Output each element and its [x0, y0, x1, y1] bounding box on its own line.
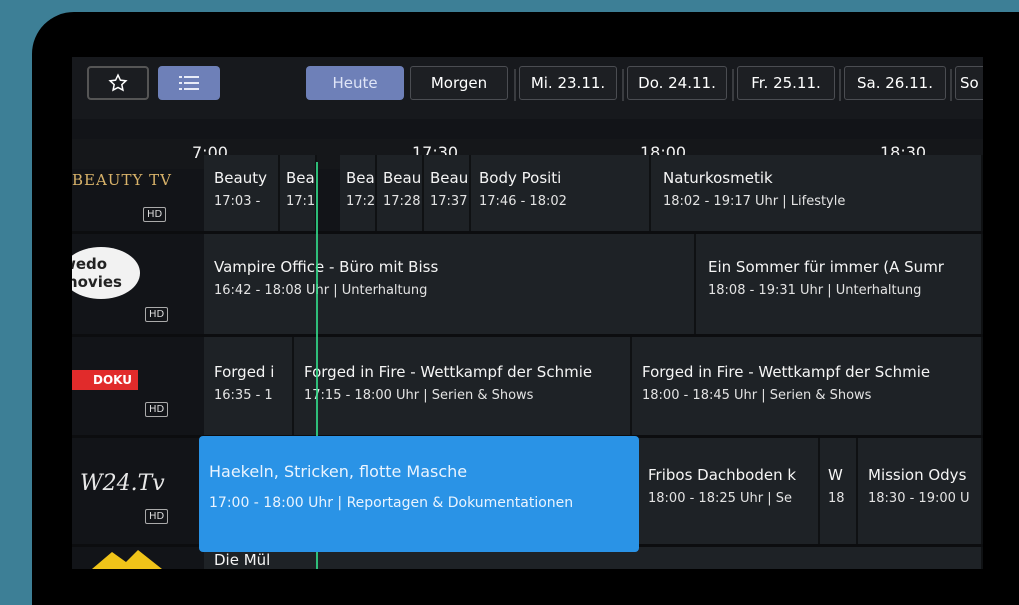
tv-guide-screen: Heute Morgen Mi. 23.11. Do. 24.11. Fr. 2…	[72, 57, 983, 569]
program-cell[interactable]: Naturkosmetik 18:02 - 19:17 Uhr | Lifesty…	[651, 155, 983, 235]
channel-logo: DOKU	[72, 370, 138, 390]
channel-logo: wedo movies	[72, 247, 140, 299]
hd-badge: HD	[145, 307, 169, 322]
favorites-button[interactable]	[87, 66, 149, 100]
program-cell[interactable]: Forged in Fire - Wettkampf der Schmie 18:…	[632, 337, 983, 435]
program-cell[interactable]: Mission Odys 18:30 - 19:00 U	[858, 438, 983, 544]
tab-divider	[622, 69, 624, 101]
program-cell[interactable]: Forged i 16:35 - 1	[204, 337, 294, 435]
hd-badge: HD	[143, 207, 167, 222]
channel-beauty-tv[interactable]: BEAUTY TV HD	[72, 169, 202, 235]
channel-doku[interactable]: DOKU HD	[72, 340, 202, 432]
program-cell[interactable]: Beau 17:28	[377, 155, 424, 235]
tab-so[interactable]: So	[955, 66, 983, 100]
tab-sa[interactable]: Sa. 26.11.	[844, 66, 946, 100]
program-cell[interactable]: Vampire Office - Büro mit Biss 16:42 - 18…	[204, 234, 696, 334]
tab-morgen[interactable]: Morgen	[410, 66, 508, 100]
channel-logo-icon	[92, 550, 162, 569]
tab-mi[interactable]: Mi. 23.11.	[519, 66, 617, 100]
channel-partial[interactable]	[72, 550, 202, 569]
program-cell[interactable]: Body Positi 17:46 - 18:02	[471, 155, 651, 235]
star-icon	[108, 73, 128, 92]
channel-w24[interactable]: W24.Tv HD	[72, 441, 202, 541]
selected-program-cell[interactable]: Haekeln, Stricken, flotte Masche 17:00 -…	[199, 436, 639, 552]
tab-divider	[950, 69, 952, 101]
program-cell[interactable]: Beau 17:37	[424, 155, 471, 235]
program-cell[interactable]: Fribos Dachboden k 18:00 - 18:25 Uhr | Se	[638, 438, 820, 544]
toolbar: Heute Morgen Mi. 23.11. Do. 24.11. Fr. 2…	[72, 57, 983, 119]
channel-wedo-movies[interactable]: wedo movies HD	[72, 237, 202, 334]
hd-badge: HD	[145, 509, 169, 524]
tab-divider	[514, 69, 516, 101]
channel-logo: BEAUTY TV	[72, 171, 172, 189]
tab-divider	[839, 69, 841, 101]
program-cell[interactable]: Beat17:13	[280, 155, 317, 235]
hd-badge: HD	[145, 402, 169, 417]
tab-heute[interactable]: Heute	[306, 66, 404, 100]
program-cell[interactable]: Ein Sommer für immer (A Sumr 18:08 - 19:3…	[696, 234, 983, 334]
program-cell[interactable]: Bea 17:2	[340, 155, 377, 235]
program-cell[interactable]: Forged in Fire - Wettkampf der Schmie 17:…	[294, 337, 632, 435]
channel-logo: W24.Tv	[80, 471, 165, 496]
list-icon	[179, 76, 199, 90]
tab-divider	[732, 69, 734, 101]
tab-fr[interactable]: Fr. 25.11.	[737, 66, 835, 100]
program-cell[interactable]: Beauty 17:03 -	[204, 155, 280, 235]
tab-do[interactable]: Do. 24.11.	[627, 66, 727, 100]
list-view-button[interactable]	[158, 66, 220, 100]
program-cell[interactable]: W 18	[820, 438, 858, 544]
